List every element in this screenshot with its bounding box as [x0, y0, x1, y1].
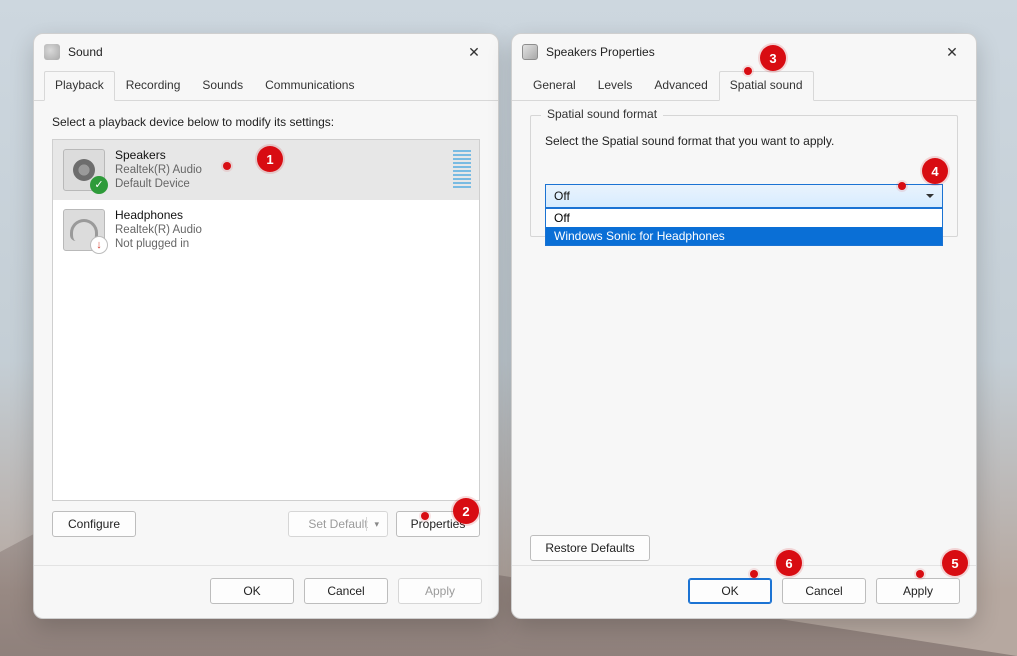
playback-instruction: Select a playback device below to modify… [52, 115, 480, 129]
spatial-format-dropdown[interactable]: Off Windows Sonic for Headphones [545, 208, 943, 246]
option-off[interactable]: Off [546, 209, 942, 227]
sound-icon [44, 44, 60, 60]
annotation-marker-1: 1 [257, 146, 283, 172]
sound-title: Sound [68, 45, 452, 59]
props-content: Spatial sound format Select the Spatial … [512, 101, 976, 565]
annotation-marker-2: 2 [453, 498, 479, 524]
restore-row: Restore Defaults [530, 521, 650, 561]
tab-advanced[interactable]: Advanced [643, 71, 718, 101]
annotation-marker-4: 4 [922, 158, 948, 184]
tab-sounds[interactable]: Sounds [191, 71, 254, 101]
headphones-icon: ↓ [63, 209, 105, 251]
tab-levels[interactable]: Levels [587, 71, 644, 101]
chevron-down-icon: ▾ [374, 519, 379, 530]
ok-button[interactable]: OK [688, 578, 772, 604]
tab-communications[interactable]: Communications [254, 71, 365, 101]
speakers-properties-dialog: Speakers Properties ✕ General Levels Adv… [511, 33, 977, 619]
set-default-button[interactable]: Set Default ▾ [288, 511, 388, 537]
spatial-instruction: Select the Spatial sound format that you… [545, 134, 943, 148]
close-icon[interactable]: ✕ [460, 44, 488, 61]
sound-titlebar[interactable]: Sound ✕ [34, 34, 498, 70]
set-default-label: Set Default [308, 517, 367, 531]
restore-defaults-button[interactable]: Restore Defaults [530, 535, 650, 561]
configure-button[interactable]: Configure [52, 511, 136, 537]
playback-action-row: Configure Set Default ▾ Properties [52, 501, 480, 537]
device-status: Not plugged in [115, 237, 202, 251]
speaker-icon [522, 44, 538, 60]
tab-spatial-sound[interactable]: Spatial sound [719, 71, 814, 101]
device-text: Speakers Realtek(R) Audio Default Device [115, 148, 202, 192]
option-windows-sonic[interactable]: Windows Sonic for Headphones [546, 227, 942, 245]
cancel-button[interactable]: Cancel [304, 578, 388, 604]
tab-general[interactable]: General [522, 71, 587, 101]
ok-button[interactable]: OK [210, 578, 294, 604]
checkmark-badge-icon: ✓ [90, 176, 108, 194]
props-dialog-buttons: OK Cancel Apply [512, 565, 976, 618]
combo-value: Off [554, 189, 570, 203]
device-headphones[interactable]: ↓ Headphones Realtek(R) Audio Not plugge… [53, 200, 479, 260]
sound-dialog-buttons: OK Cancel Apply [34, 565, 498, 618]
props-tabs: General Levels Advanced Spatial sound [512, 70, 976, 101]
apply-button[interactable]: Apply [876, 578, 960, 604]
cancel-button[interactable]: Cancel [782, 578, 866, 604]
spatial-combo-wrap: Off Off Windows Sonic for Headphones [545, 184, 943, 208]
tab-recording[interactable]: Recording [115, 71, 192, 101]
device-name: Headphones [115, 208, 202, 223]
sound-tabs: Playback Recording Sounds Communications [34, 70, 498, 101]
speaker-icon: ✓ [63, 149, 105, 191]
sound-dialog: Sound ✕ Playback Recording Sounds Commun… [33, 33, 499, 619]
spatial-format-combobox[interactable]: Off [545, 184, 943, 208]
annotation-marker-6: 6 [776, 550, 802, 576]
apply-button[interactable]: Apply [398, 578, 482, 604]
device-status: Default Device [115, 177, 202, 191]
tab-playback[interactable]: Playback [44, 71, 115, 101]
device-text: Headphones Realtek(R) Audio Not plugged … [115, 208, 202, 252]
fieldset-legend: Spatial sound format [541, 107, 663, 121]
playback-device-list[interactable]: ✓ Speakers Realtek(R) Audio Default Devi… [52, 139, 480, 501]
device-name: Speakers [115, 148, 202, 163]
device-driver: Realtek(R) Audio [115, 163, 202, 177]
spatial-sound-fieldset: Spatial sound format Select the Spatial … [530, 115, 958, 237]
device-driver: Realtek(R) Audio [115, 223, 202, 237]
unplugged-badge-icon: ↓ [90, 236, 108, 254]
props-titlebar[interactable]: Speakers Properties ✕ [512, 34, 976, 70]
annotation-marker-5: 5 [942, 550, 968, 576]
close-icon[interactable]: ✕ [938, 44, 966, 61]
annotation-marker-3: 3 [760, 45, 786, 71]
props-title: Speakers Properties [546, 45, 930, 59]
